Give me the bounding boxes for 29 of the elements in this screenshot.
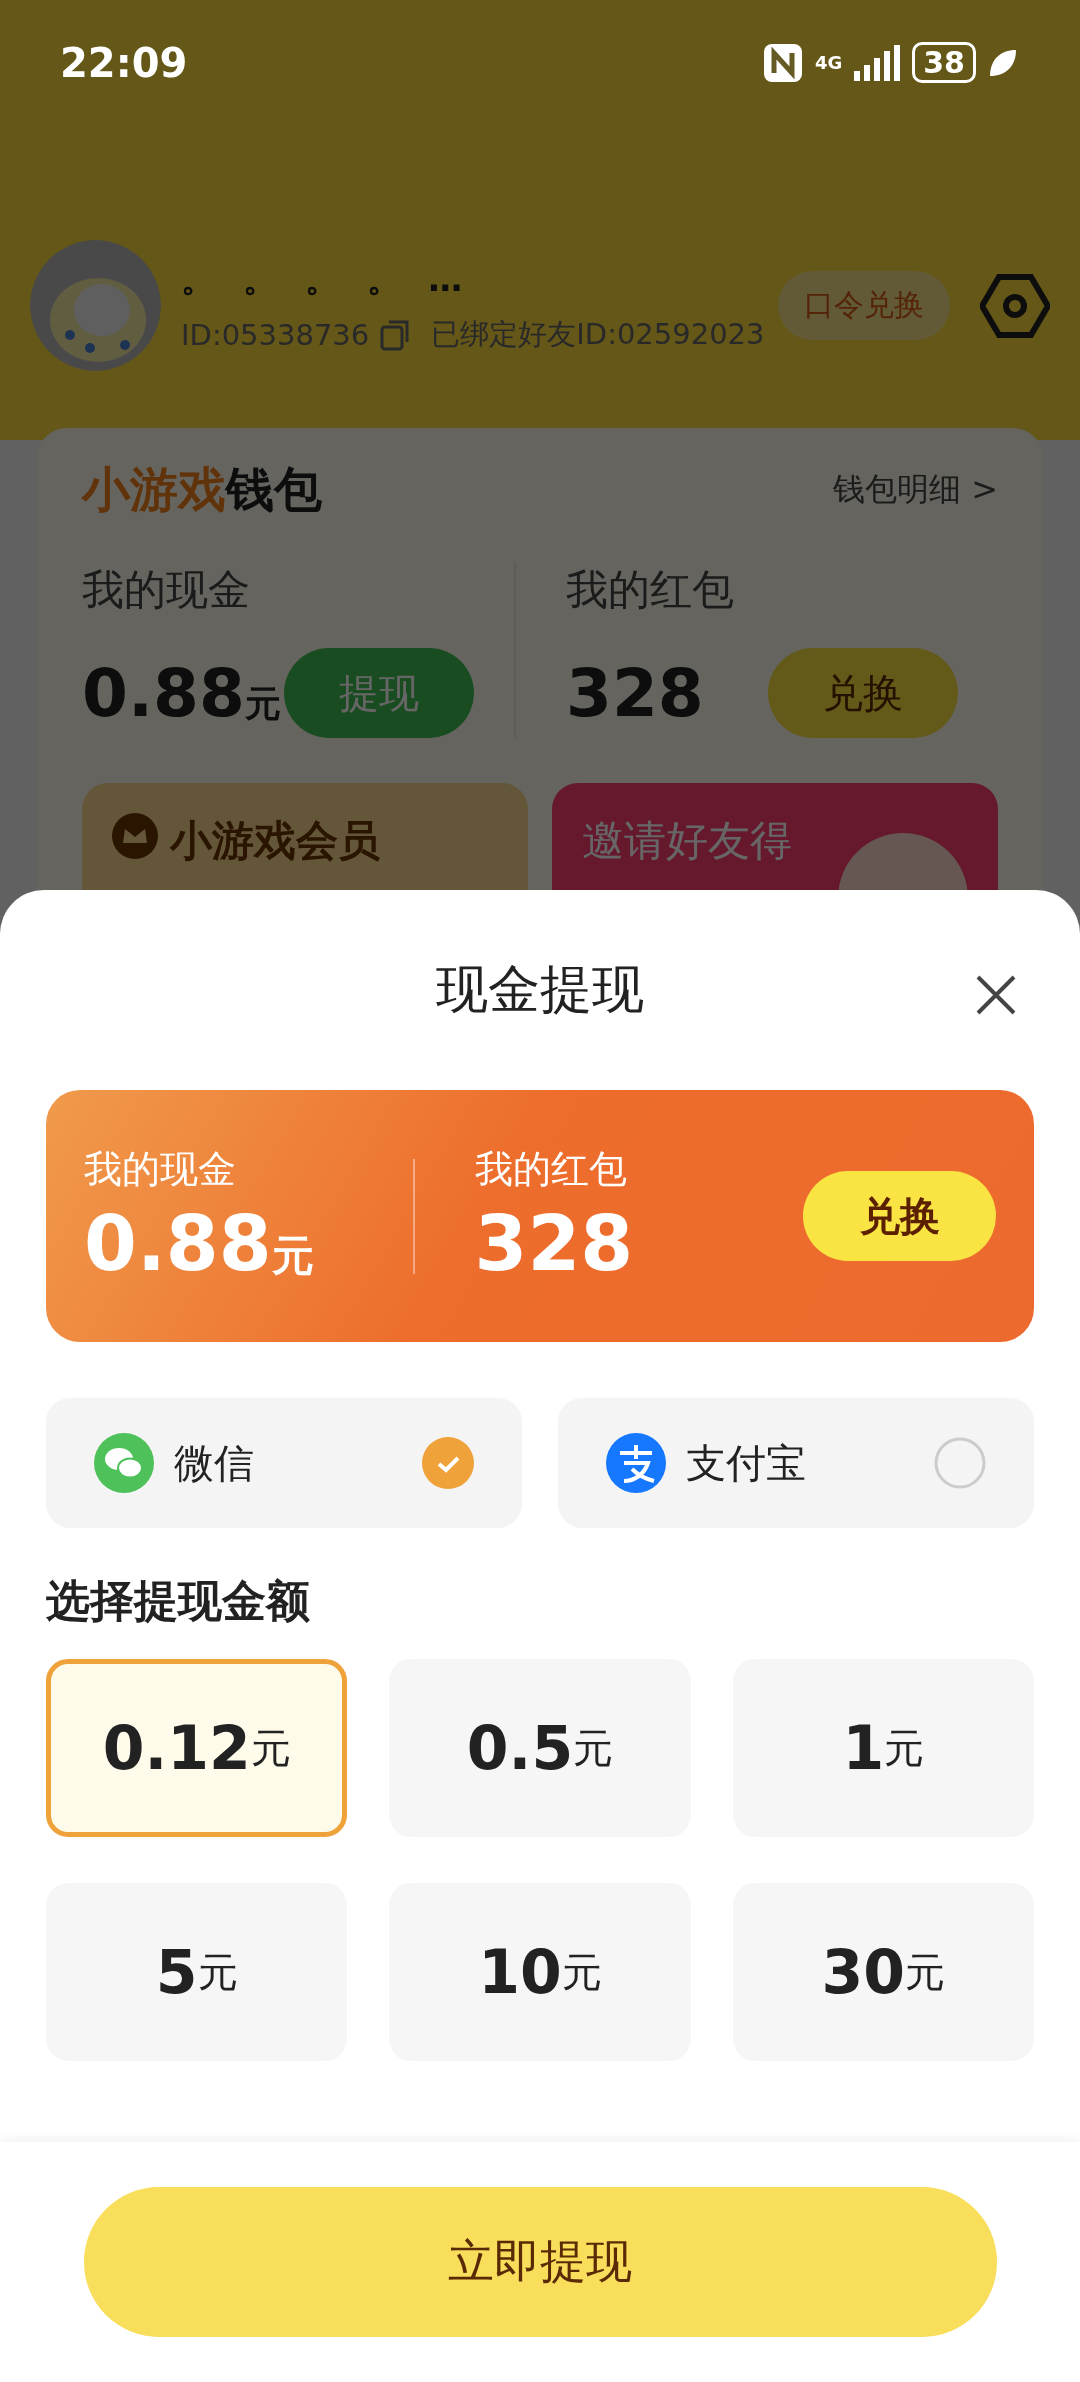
payment-option[interactable]: 微信 bbox=[46, 1398, 522, 1528]
cash-label: 我的现金 bbox=[82, 564, 251, 616]
withdraw-now-button[interactable]: 立即提现 bbox=[83, 2187, 997, 2337]
amount-option[interactable]: 0.5元 bbox=[389, 1659, 691, 1837]
bonus-label: 我的红包 bbox=[474, 1146, 628, 1193]
wallet-title-accent: 小游戏 bbox=[82, 460, 226, 519]
status-time: 22:09 bbox=[60, 39, 188, 86]
bonus-amount: 328 bbox=[474, 1199, 635, 1288]
member-title: 小游戏会员 bbox=[170, 815, 380, 867]
payment-option[interactable]: 支付宝 bbox=[558, 1398, 1034, 1528]
bonus-label: 我的红包 bbox=[566, 564, 735, 616]
amount-option[interactable]: 5元 bbox=[46, 1883, 348, 2061]
amount-option[interactable]: 30元 bbox=[732, 1883, 1034, 2061]
invite-title: 邀请好友得 bbox=[582, 815, 792, 867]
exchange-button[interactable]: 兑换 bbox=[803, 1171, 996, 1261]
cash-label: 我的现金 bbox=[84, 1146, 237, 1193]
battery-level: 38 bbox=[912, 42, 976, 83]
user-id: ID:05338736 bbox=[181, 317, 370, 352]
bound-friend-id: 已绑定好友ID:02592023 bbox=[431, 315, 765, 353]
amount-option[interactable]: 10元 bbox=[389, 1883, 691, 2061]
amount-option[interactable]: 0.12元 bbox=[46, 1659, 348, 1837]
nickname: 。 。 。 。 … bbox=[181, 257, 472, 301]
amount-option[interactable]: 1元 bbox=[732, 1659, 1034, 1837]
cash-amount: 0.88元 bbox=[84, 1199, 315, 1288]
cash-amount: 0.88元 bbox=[82, 654, 281, 732]
network-label: 4G bbox=[814, 52, 843, 73]
bonus-amount: 328 bbox=[566, 654, 704, 732]
amount-heading: 选择提现金额 bbox=[46, 1574, 311, 1628]
wallet-title: 钱包 bbox=[226, 460, 322, 519]
